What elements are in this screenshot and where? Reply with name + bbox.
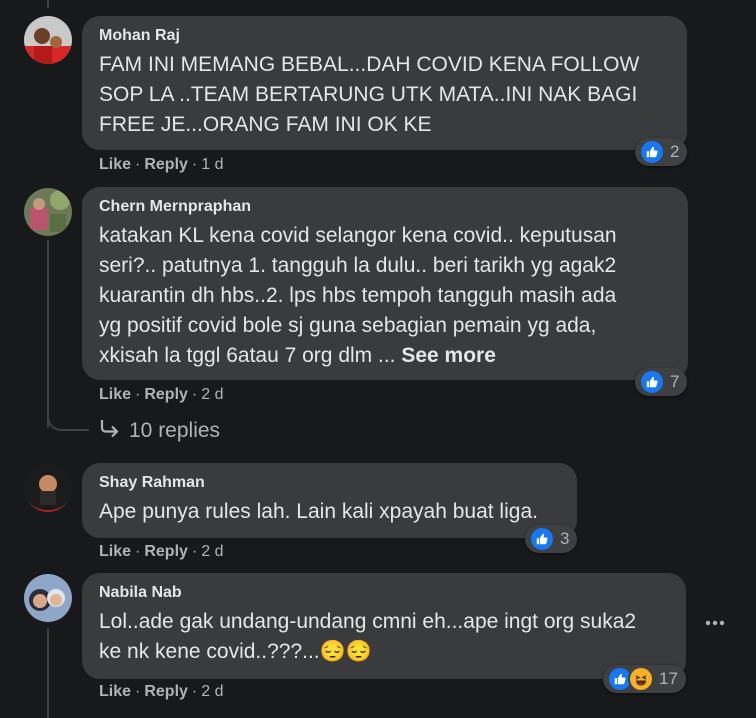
- reply-arrow-icon: [99, 418, 121, 444]
- thread-line-top: [47, 0, 49, 8]
- comment-actions: Like · Reply · 2 d: [99, 682, 224, 702]
- comment-bubble: Mohan Raj FAM INI MEMANG BEBAL...DAH COV…: [82, 16, 687, 150]
- comment-bubble: Nabila Nab Lol..ade gak undang-undang cm…: [82, 573, 686, 679]
- separator: ·: [191, 156, 198, 173]
- avatar[interactable]: [24, 574, 72, 622]
- see-more-link[interactable]: See more: [401, 344, 496, 367]
- comment-text: Ape punya rules lah. Lain kali xpayah bu…: [99, 500, 538, 523]
- pensive-emoji: 😔😔: [319, 640, 372, 663]
- timestamp[interactable]: 2 d: [201, 543, 223, 560]
- haha-icon: [628, 666, 654, 692]
- replies-count[interactable]: 10 replies: [129, 419, 220, 443]
- like-icon: [529, 526, 555, 552]
- separator: ·: [191, 683, 198, 700]
- like-button[interactable]: Like: [99, 683, 131, 700]
- like-button[interactable]: Like: [99, 156, 131, 173]
- more-options-icon[interactable]: [703, 611, 727, 635]
- reaction-count: 7: [670, 372, 680, 391]
- reaction-count: 2: [670, 142, 680, 161]
- separator: ·: [135, 386, 141, 403]
- comment-actions: Like · Reply · 2 d: [99, 385, 224, 405]
- thread-line: [47, 240, 49, 428]
- separator: ·: [191, 543, 198, 560]
- comment-actions: Like · Reply · 2 d: [99, 542, 224, 562]
- comment-author[interactable]: Nabila Nab: [99, 583, 670, 603]
- reaction-summary[interactable]: 7: [635, 368, 688, 396]
- reaction-summary[interactable]: 3: [525, 525, 578, 553]
- separator: ·: [135, 156, 141, 173]
- avatar[interactable]: [24, 464, 72, 512]
- reaction-summary[interactable]: 2: [635, 138, 688, 166]
- reply-button[interactable]: Reply: [144, 156, 188, 173]
- like-button[interactable]: Like: [99, 386, 131, 403]
- view-replies-link[interactable]: 10 replies: [99, 418, 220, 444]
- comment-author[interactable]: Shay Rahman: [99, 473, 561, 493]
- comment-author[interactable]: Mohan Raj: [99, 26, 671, 46]
- timestamp[interactable]: 2 d: [201, 386, 223, 403]
- comment-text: Lol..ade gak undang-undang cmni eh...ape…: [99, 607, 670, 667]
- like-icon: [639, 139, 665, 165]
- reaction-count: 3: [560, 529, 570, 548]
- reaction-summary[interactable]: 17: [603, 665, 686, 693]
- separator: ·: [135, 683, 141, 700]
- like-icon: [639, 369, 665, 395]
- thread-line: [47, 628, 49, 718]
- comment-body: katakan KL kena covid selangor kena covi…: [99, 224, 617, 367]
- reply-button[interactable]: Reply: [144, 386, 188, 403]
- comment-author[interactable]: Chern Mernpraphan: [99, 197, 672, 217]
- avatar[interactable]: [24, 188, 72, 236]
- like-button[interactable]: Like: [99, 543, 131, 560]
- reaction-count: 17: [659, 669, 678, 688]
- comment-bubble: Shay Rahman Ape punya rules lah. Lain ka…: [82, 463, 577, 538]
- comment-text: katakan KL kena covid selangor kena covi…: [99, 221, 672, 371]
- thread-curve: [47, 404, 89, 431]
- timestamp[interactable]: 1 d: [201, 156, 223, 173]
- comment-bubble: Chern Mernpraphan katakan KL kena covid …: [82, 187, 688, 380]
- reply-button[interactable]: Reply: [144, 683, 188, 700]
- separator: ·: [135, 543, 141, 560]
- comment-actions: Like · Reply · 1 d: [99, 155, 224, 175]
- separator: ·: [191, 386, 198, 403]
- reply-button[interactable]: Reply: [144, 543, 188, 560]
- comment-text: FAM INI MEMANG BEBAL...DAH COVID KENA FO…: [99, 53, 640, 136]
- avatar[interactable]: [24, 16, 72, 64]
- timestamp[interactable]: 2 d: [201, 683, 223, 700]
